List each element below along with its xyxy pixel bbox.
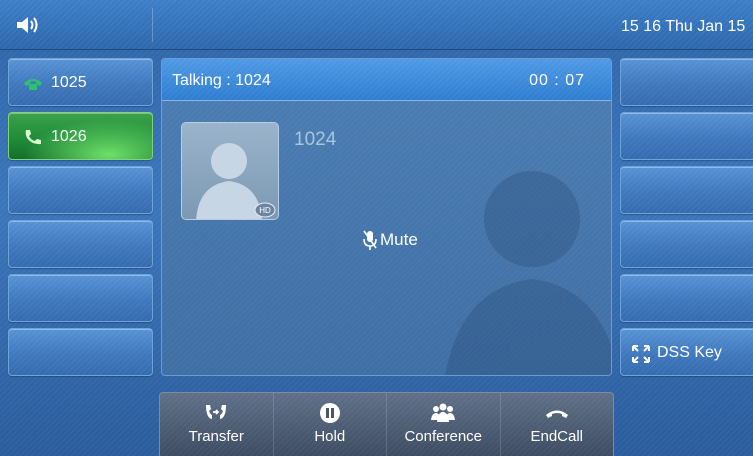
handset-active-icon <box>25 130 41 145</box>
line-key-1026[interactable]: 1026 <box>8 112 153 160</box>
softkey-bar: Transfer Hold Conference EndCall <box>159 392 614 456</box>
hold-button[interactable]: Hold <box>274 393 387 456</box>
speaker-icon[interactable] <box>14 14 40 36</box>
mute-indicator[interactable]: Mute <box>362 229 418 251</box>
hold-icon <box>319 403 340 423</box>
dss-key-empty[interactable] <box>620 220 753 268</box>
hold-label: Hold <box>314 428 346 445</box>
status-bar: 15 16 Thu Jan 15 <box>0 0 753 50</box>
contact-avatar: HD <box>181 122 279 220</box>
call-panel: Talking : 1024 00 : 07 HD 1024 Mute <box>161 58 612 376</box>
hd-badge: HD <box>259 206 271 215</box>
end-call-icon <box>545 410 568 418</box>
call-header: Talking : 1024 00 : 07 <box>162 59 611 101</box>
mute-label: Mute <box>380 230 418 249</box>
transfer-button[interactable]: Transfer <box>160 393 274 456</box>
conference-label: Conference <box>404 428 483 445</box>
expand-icon <box>632 345 650 363</box>
topbar-divider <box>152 8 153 42</box>
conference-button[interactable]: Conference <box>387 393 501 456</box>
line-key-empty[interactable] <box>8 166 153 214</box>
transfer-icon <box>206 405 227 419</box>
phone-icon <box>24 79 42 90</box>
caller-silhouette-watermark <box>445 171 611 375</box>
line-key-empty[interactable] <box>8 328 153 376</box>
call-status: Talking : 1024 <box>172 72 271 89</box>
conference-icon <box>431 403 456 422</box>
dss-key-label: DSS Key <box>657 344 722 361</box>
dss-key-button[interactable]: DSS Key <box>620 328 753 376</box>
end-call-button[interactable]: EndCall <box>501 393 614 456</box>
line-key-label: 1026 <box>51 128 87 145</box>
call-timer: 00 : 07 <box>529 72 585 89</box>
dss-key-empty[interactable] <box>620 112 753 160</box>
transfer-label: Transfer <box>188 428 244 445</box>
microphone-mute-icon <box>363 230 377 250</box>
remote-number: 1024 <box>294 129 337 150</box>
dss-key-empty[interactable] <box>620 166 753 214</box>
person-icon: HD <box>196 143 276 219</box>
dss-key-empty[interactable] <box>620 274 753 322</box>
dss-key-empty[interactable] <box>620 58 753 106</box>
line-key-empty[interactable] <box>8 274 153 322</box>
end-call-label: EndCall <box>530 428 584 445</box>
line-key-1025[interactable]: 1025 <box>8 58 153 106</box>
line-key-label: 1025 <box>51 74 87 91</box>
line-key-empty[interactable] <box>8 220 153 268</box>
clock: 15 16 Thu Jan 15 <box>621 18 746 35</box>
